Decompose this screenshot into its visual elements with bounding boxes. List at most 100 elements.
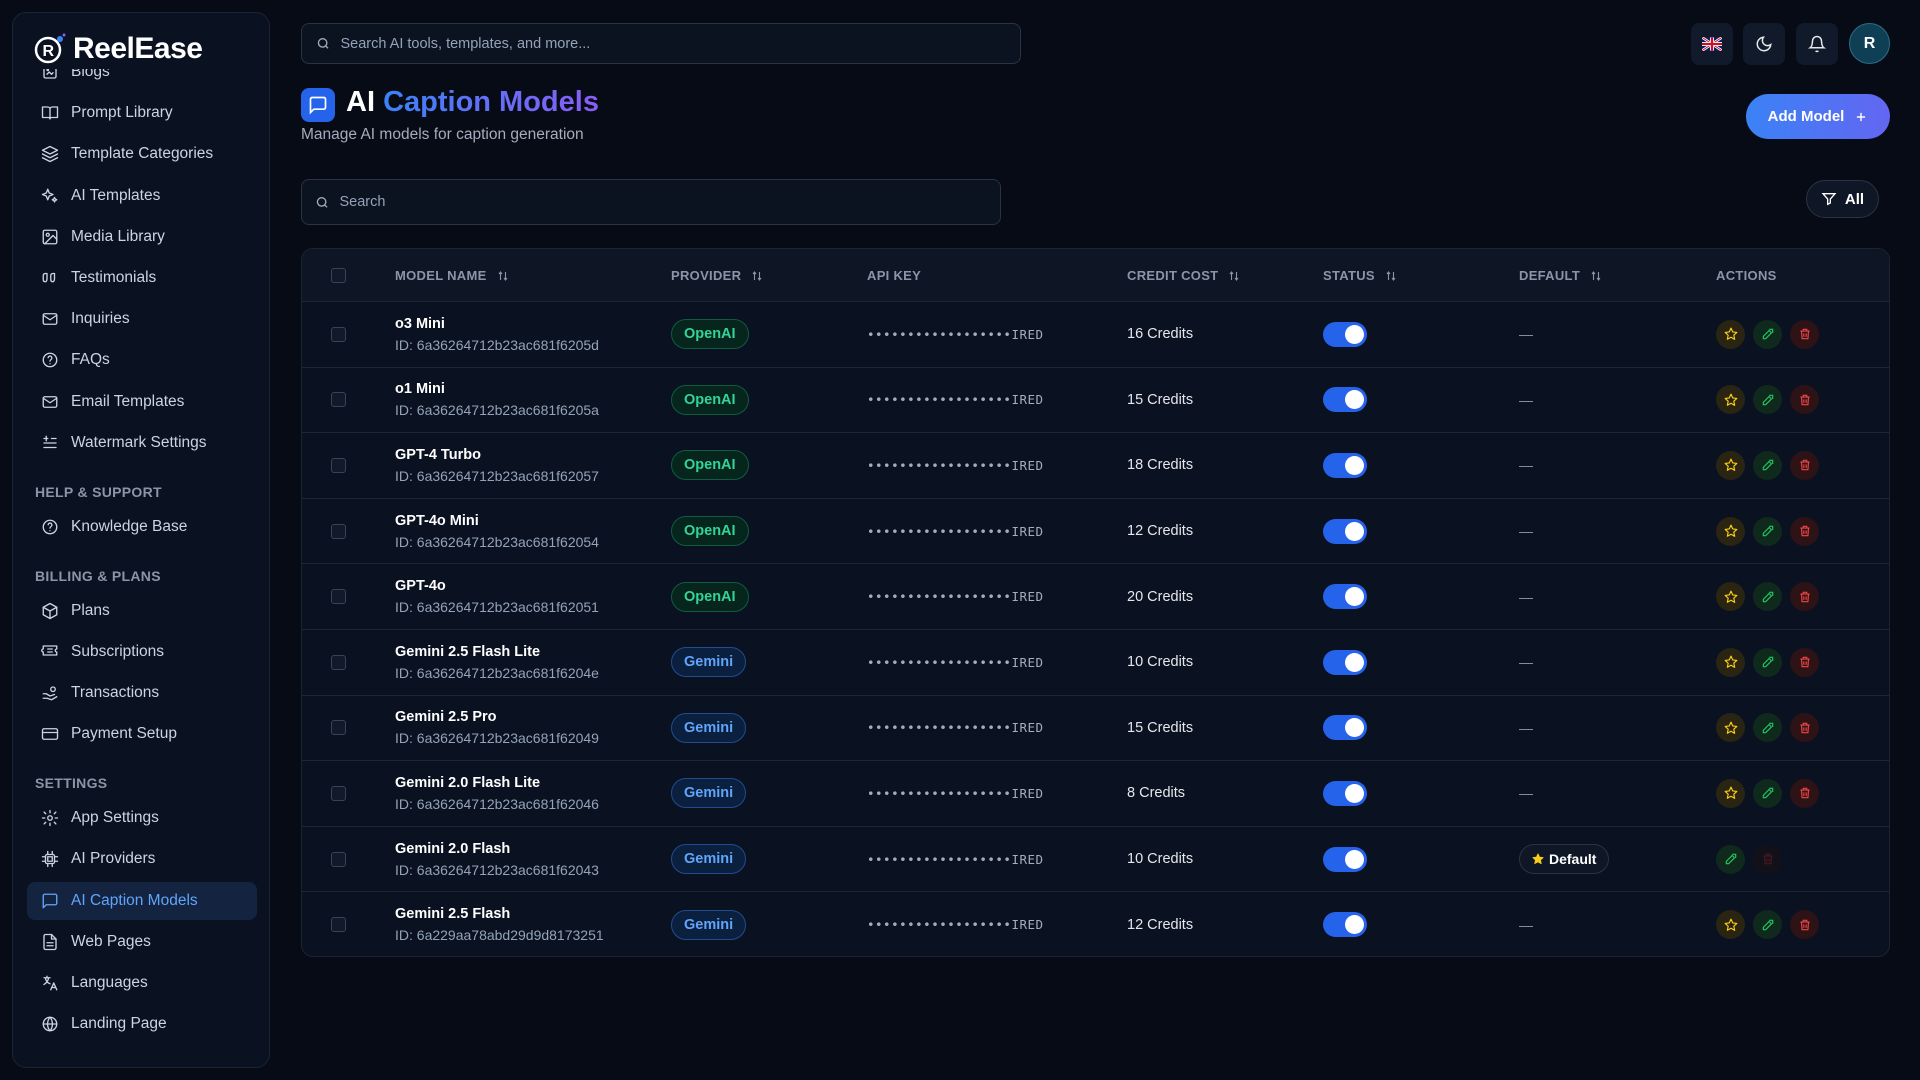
user-avatar[interactable]: R bbox=[1849, 23, 1890, 64]
edit-button[interactable] bbox=[1753, 582, 1782, 612]
table-row[interactable]: Gemini 2.5 Flash ID: 6a229aa78abd29d9d81… bbox=[302, 892, 1889, 956]
sidebar-item-knowledge-base[interactable]: Knowledge Base bbox=[27, 508, 257, 546]
row-checkbox[interactable] bbox=[331, 917, 346, 933]
status-toggle[interactable] bbox=[1323, 584, 1367, 610]
global-search-input[interactable] bbox=[340, 35, 1020, 52]
table-row[interactable]: o3 Mini ID: 6a36264712b23ac681f6205d Ope… bbox=[302, 302, 1889, 368]
status-toggle[interactable] bbox=[1323, 780, 1367, 806]
sidebar-item-ai-templates[interactable]: AI Templates bbox=[27, 177, 257, 215]
sidebar-item-email-templates[interactable]: Email Templates bbox=[27, 383, 257, 421]
table-row[interactable]: GPT-4o Mini ID: 6a36264712b23ac681f62054… bbox=[302, 499, 1889, 565]
table-row[interactable]: GPT-4 Turbo ID: 6a36264712b23ac681f62057… bbox=[302, 433, 1889, 499]
row-checkbox[interactable] bbox=[331, 523, 346, 539]
header-default[interactable]: DEFAULT bbox=[1519, 249, 1602, 302]
row-checkbox[interactable] bbox=[331, 851, 346, 867]
row-checkbox[interactable] bbox=[331, 457, 346, 473]
set-default-button[interactable] bbox=[1716, 450, 1745, 480]
table-row[interactable]: Gemini 2.5 Pro ID: 6a36264712b23ac681f62… bbox=[302, 696, 1889, 762]
edit-button[interactable] bbox=[1753, 910, 1782, 940]
edit-button[interactable] bbox=[1753, 647, 1782, 677]
header-provider[interactable]: PROVIDER bbox=[671, 249, 763, 302]
header-credit-cost[interactable]: CREDIT COST bbox=[1127, 249, 1240, 302]
row-checkbox[interactable] bbox=[331, 589, 346, 605]
status-toggle[interactable] bbox=[1323, 649, 1367, 675]
set-default-button[interactable] bbox=[1716, 647, 1745, 677]
delete-button[interactable] bbox=[1790, 647, 1819, 677]
sidebar-item-payment-setup[interactable]: Payment Setup bbox=[27, 715, 257, 753]
sidebar-item-app-settings[interactable]: App Settings bbox=[27, 799, 257, 837]
row-checkbox[interactable] bbox=[331, 785, 346, 801]
set-default-button[interactable] bbox=[1716, 516, 1745, 546]
sidebar-item-plans[interactable]: Plans bbox=[27, 592, 257, 630]
delete-button[interactable] bbox=[1790, 910, 1819, 940]
sidebar-item-ai-providers[interactable]: AI Providers bbox=[27, 840, 257, 878]
set-default-button[interactable] bbox=[1716, 910, 1745, 940]
sidebar-item-media-library[interactable]: Media Library bbox=[27, 218, 257, 256]
edit-button[interactable] bbox=[1753, 778, 1782, 808]
table-search-input[interactable] bbox=[339, 194, 1000, 210]
sidebar-item-prompt-library[interactable]: Prompt Library bbox=[27, 94, 257, 132]
status-toggle[interactable] bbox=[1323, 387, 1367, 413]
delete-button[interactable] bbox=[1790, 778, 1819, 808]
select-all-checkbox[interactable] bbox=[331, 268, 346, 283]
table-search[interactable] bbox=[301, 179, 1001, 225]
status-toggle[interactable] bbox=[1323, 321, 1367, 347]
set-default-button[interactable] bbox=[1716, 582, 1745, 612]
edit-button[interactable] bbox=[1753, 385, 1782, 415]
status-toggle[interactable] bbox=[1323, 452, 1367, 478]
brand[interactable]: R ReelEase bbox=[33, 29, 263, 69]
sidebar-item-template-categories[interactable]: Template Categories bbox=[27, 135, 257, 173]
delete-button[interactable] bbox=[1790, 582, 1819, 612]
row-checkbox[interactable] bbox=[331, 720, 346, 736]
model-id: ID: 6a36264712b23ac681f6205a bbox=[395, 402, 599, 419]
header-model-name[interactable]: MODEL NAME bbox=[395, 249, 509, 302]
sidebar-item-testimonials[interactable]: Testimonials bbox=[27, 259, 257, 297]
status-toggle[interactable] bbox=[1323, 912, 1367, 938]
set-default-button[interactable] bbox=[1716, 319, 1745, 349]
edit-button[interactable] bbox=[1753, 450, 1782, 480]
edit-button[interactable] bbox=[1753, 319, 1782, 349]
table-row[interactable]: GPT-4o ID: 6a36264712b23ac681f62051 Open… bbox=[302, 564, 1889, 630]
status-toggle[interactable] bbox=[1323, 846, 1367, 872]
edit-button[interactable] bbox=[1716, 844, 1745, 874]
delete-button[interactable] bbox=[1790, 385, 1819, 415]
sidebar-item-watermark-settings[interactable]: Watermark Settings bbox=[27, 424, 257, 462]
table-row[interactable]: Gemini 2.5 Flash Lite ID: 6a36264712b23a… bbox=[302, 630, 1889, 696]
logo-icon: R bbox=[34, 33, 66, 64]
delete-button[interactable] bbox=[1790, 713, 1819, 743]
global-search[interactable] bbox=[301, 23, 1021, 64]
status-toggle[interactable] bbox=[1323, 518, 1367, 544]
sidebar-item-faqs[interactable]: FAQs bbox=[27, 341, 257, 379]
table-row[interactable]: Gemini 2.0 Flash ID: 6a36264712b23ac681f… bbox=[302, 827, 1889, 893]
delete-button[interactable] bbox=[1790, 450, 1819, 480]
header-status[interactable]: STATUS bbox=[1323, 249, 1397, 302]
sidebar-item-subscriptions[interactable]: Subscriptions bbox=[27, 633, 257, 671]
row-checkbox[interactable] bbox=[331, 392, 346, 408]
credit-cost: 16 Credits bbox=[1127, 326, 1194, 343]
hand-coins-icon bbox=[42, 686, 58, 701]
delete-button[interactable] bbox=[1790, 319, 1819, 349]
row-checkbox[interactable] bbox=[331, 654, 346, 670]
sidebar-item-languages[interactable]: Languages bbox=[27, 964, 257, 1002]
notifications-button[interactable] bbox=[1796, 23, 1838, 65]
set-default-button[interactable] bbox=[1716, 713, 1745, 743]
theme-toggle-button[interactable] bbox=[1743, 23, 1785, 65]
status-toggle[interactable] bbox=[1323, 715, 1367, 741]
delete-button[interactable] bbox=[1790, 516, 1819, 546]
table-row[interactable]: Gemini 2.0 Flash Lite ID: 6a36264712b23a… bbox=[302, 761, 1889, 827]
edit-button[interactable] bbox=[1753, 713, 1782, 743]
table-row[interactable]: o1 Mini ID: 6a36264712b23ac681f6205a Ope… bbox=[302, 368, 1889, 434]
row-checkbox[interactable] bbox=[331, 326, 346, 342]
filter-button[interactable]: All bbox=[1806, 180, 1879, 218]
language-flag-button[interactable] bbox=[1691, 23, 1733, 65]
set-default-button[interactable] bbox=[1716, 778, 1745, 808]
add-model-button[interactable]: Add Model bbox=[1746, 94, 1890, 139]
set-default-button[interactable] bbox=[1716, 385, 1745, 415]
edit-icon bbox=[1762, 788, 1773, 799]
sidebar-item-inquiries[interactable]: Inquiries bbox=[27, 300, 257, 338]
sidebar-item-landing-page[interactable]: Landing Page bbox=[27, 1005, 257, 1043]
sidebar-item-web-pages[interactable]: Web Pages bbox=[27, 923, 257, 961]
edit-button[interactable] bbox=[1753, 516, 1782, 546]
sidebar-item-ai-caption-models[interactable]: AI Caption Models bbox=[27, 881, 257, 920]
sidebar-item-transactions[interactable]: Transactions bbox=[27, 674, 257, 712]
